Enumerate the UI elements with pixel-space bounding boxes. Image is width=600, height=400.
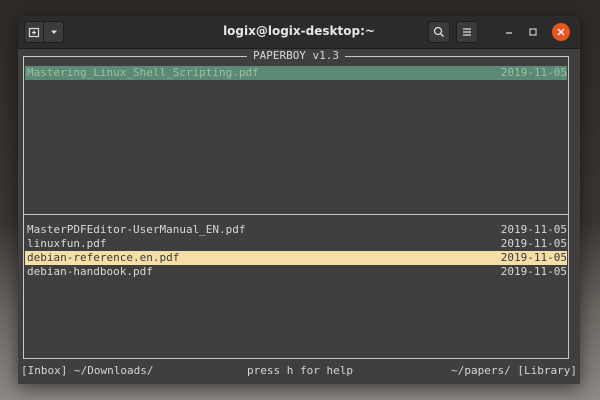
list-item[interactable]: MasterPDFEditor-UserManual_EN.pdf 2019-1… (25, 223, 567, 237)
pane-divider (24, 214, 568, 215)
list-item[interactable]: debian-reference.en.pdf 2019-11-05 (25, 251, 567, 265)
file-name: debian-handbook.pdf (27, 265, 153, 278)
maximize-icon (529, 28, 537, 36)
maximize-button[interactable] (526, 25, 540, 39)
new-tab-dropdown-button[interactable] (44, 21, 64, 43)
list-item[interactable]: linuxfun.pdf 2019-11-05 (25, 237, 567, 251)
chevron-down-icon (50, 30, 57, 34)
minimize-button[interactable] (502, 25, 516, 39)
file-name: MasterPDFEditor-UserManual_EN.pdf (27, 223, 246, 236)
list-item[interactable]: Mastering_Linux_Shell_Scripting.pdf 2019… (25, 66, 567, 80)
terminal-window: logix@logix-desktop:~ PAPERBOY v1.3 Mast… (18, 16, 580, 384)
file-name: debian-reference.en.pdf (27, 251, 180, 264)
search-button[interactable] (428, 21, 450, 43)
file-date: 2019-11-05 (500, 251, 567, 264)
minimize-icon (506, 32, 512, 34)
new-tab-button[interactable] (24, 21, 44, 43)
search-icon (433, 26, 444, 37)
status-inbox: [Inbox] ~/Downloads/ (21, 364, 154, 377)
close-button[interactable] (552, 23, 570, 41)
paperboy-frame: PAPERBOY v1.3 Mastering_Linux_Shell_Scri… (23, 49, 569, 359)
app-title: PAPERBOY v1.3 (246, 49, 346, 63)
new-tab-icon (28, 27, 40, 38)
close-icon (557, 28, 565, 36)
menu-button[interactable] (456, 21, 478, 43)
window-title: logix@logix-desktop:~ (223, 24, 375, 38)
file-name: Mastering_Linux_Shell_Scripting.pdf (27, 66, 259, 79)
list-item[interactable]: debian-handbook.pdf 2019-11-05 (25, 265, 567, 279)
status-bar: [Inbox] ~/Downloads/ press h for help ~/… (21, 364, 577, 378)
status-library: ~/papers/ [Library] (451, 364, 577, 377)
status-help: press h for help (247, 364, 353, 377)
file-date: 2019-11-05 (500, 265, 567, 278)
hamburger-menu-icon (463, 28, 471, 36)
file-date: 2019-11-05 (500, 237, 567, 250)
file-date: 2019-11-05 (500, 223, 567, 236)
terminal-area[interactable]: PAPERBOY v1.3 Mastering_Linux_Shell_Scri… (18, 49, 580, 384)
file-name: linuxfun.pdf (27, 237, 107, 250)
file-date: 2019-11-05 (500, 66, 567, 79)
title-bar: logix@logix-desktop:~ (18, 16, 580, 49)
